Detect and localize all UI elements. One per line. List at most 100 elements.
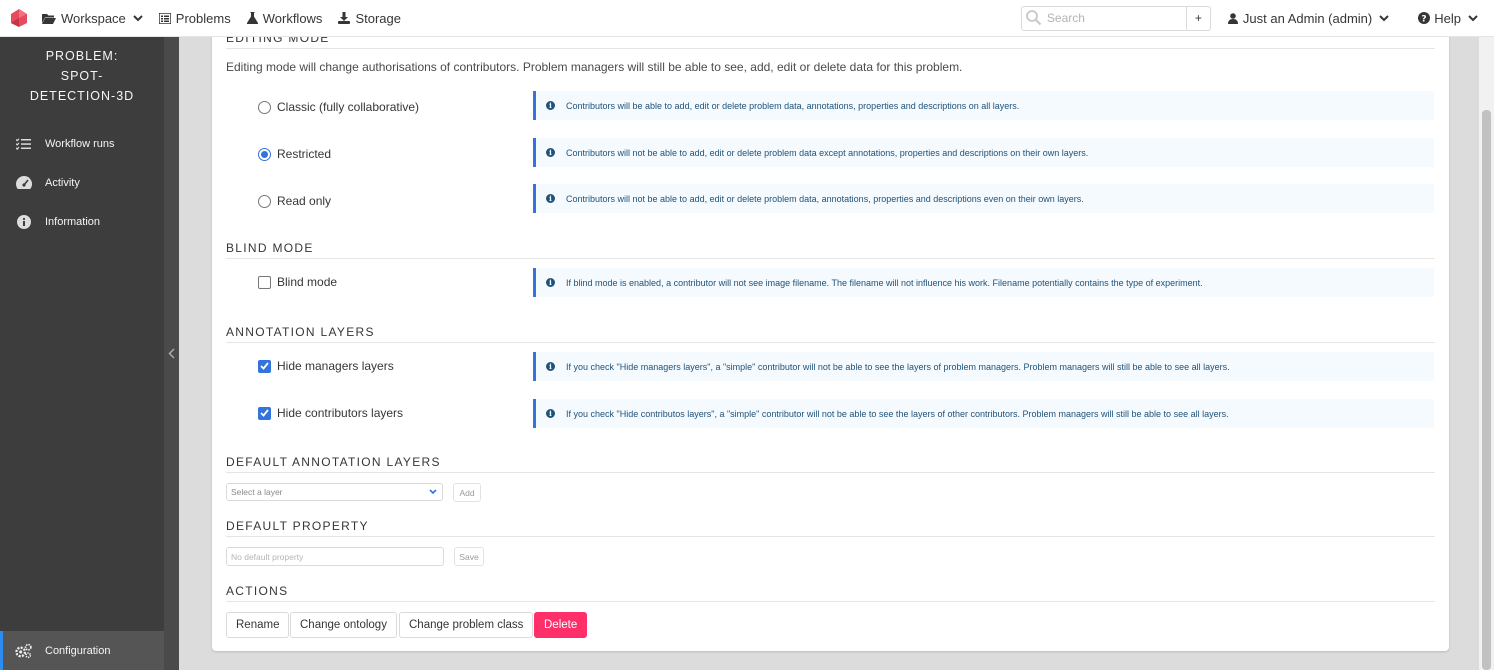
checkbox-label: Hide managers layers (277, 359, 394, 373)
radio-restricted[interactable]: Restricted (258, 147, 331, 161)
search-add-button[interactable]: + (1186, 5, 1211, 31)
info-hide-contributors-layers: i If you check "Hide contributos layers"… (533, 399, 1434, 428)
chevron-down-icon (429, 489, 437, 495)
info-text: If you check "Hide contributos layers", … (566, 408, 1229, 419)
checkbox[interactable] (258, 359, 271, 373)
nav-storage[interactable]: Storage (338, 11, 401, 26)
default-property-input[interactable] (226, 547, 444, 566)
rename-button[interactable]: Rename (226, 612, 290, 638)
flask-icon (246, 12, 258, 24)
info-blind-mode: i If blind mode is enabled, a contributo… (533, 268, 1434, 297)
info-hide-managers-layers: i If you check "Hide managers layers", a… (533, 352, 1434, 381)
checkbox-hide-contributors-layers[interactable]: Hide contributors layers (258, 406, 403, 420)
user-menu[interactable]: Just an Admin (admin) (1227, 10, 1394, 26)
sidebar-item-workflow-runs[interactable]: Workflow runs (0, 124, 164, 163)
nav-workspace-label: Workspace (61, 10, 126, 26)
sidebar-item-configuration[interactable]: Configuration (0, 631, 164, 670)
info-icon: i (546, 362, 555, 371)
cytomine-logo[interactable] (8, 7, 30, 29)
help-menu[interactable]: ? Help (1418, 11, 1482, 26)
sidebar-item-label: Information (45, 215, 101, 228)
change-ontology-button[interactable]: Change ontology (290, 612, 397, 638)
sidebar-item-information[interactable]: Information (0, 202, 164, 241)
delete-button[interactable]: Delete (534, 612, 588, 638)
checkbox-blind-mode[interactable]: Blind mode (258, 275, 337, 289)
checkbox-label: Hide contributors layers (277, 406, 404, 420)
info-text: Contributors will not be able to add, ed… (566, 193, 1084, 204)
radio-label: Classic (fully collaborative) (277, 100, 420, 114)
checkmark-icon (260, 409, 269, 417)
sidebar-item-label: Workflow runs (45, 137, 115, 150)
info-restricted: i Contributors will not be able to add, … (533, 138, 1434, 167)
list-icon (158, 12, 171, 24)
tasks-icon (16, 137, 31, 150)
configuration-panel: EDITING MODE Editing mode will change au… (212, 25, 1449, 651)
default-property-heading: DEFAULT PROPERTY (226, 519, 1435, 537)
radio-classic[interactable]: Classic (fully collaborative) (258, 100, 419, 114)
annotation-layers-heading: ANNOTATION LAYERS (226, 325, 1435, 343)
nav-storage-label: Storage (355, 10, 401, 26)
layer-select[interactable]: Select a layer (226, 483, 443, 501)
radio-button[interactable] (258, 147, 271, 161)
info-icon: i (546, 409, 555, 418)
blind-mode-heading: BLIND MODE (226, 241, 1435, 259)
search-group: + (1020, 5, 1211, 31)
radio-button[interactable] (258, 194, 271, 208)
nav-workspace[interactable]: Workspace (42, 11, 143, 26)
folder-open-icon (42, 13, 56, 24)
info-text: If blind mode is enabled, a contributor … (566, 277, 1203, 288)
search-icon (1026, 9, 1042, 25)
info-classic: i Contributors will be able to add, edit… (533, 91, 1434, 120)
add-layer-button[interactable]: Add (453, 483, 481, 502)
chevron-left-icon (168, 348, 175, 359)
scrollbar-thumb[interactable] (1482, 110, 1491, 670)
sidebar-item-label: Activity (45, 176, 80, 189)
checkmark-icon (260, 362, 269, 370)
nav-workflows[interactable]: Workflows (246, 10, 323, 26)
help-menu-label: Help (1434, 10, 1461, 26)
radio-button[interactable] (258, 100, 271, 114)
nav-problems[interactable]: Problems (158, 10, 231, 26)
user-menu-label: Just an Admin (admin) (1242, 10, 1373, 26)
svg-text:?: ? (1422, 14, 1427, 24)
checkbox[interactable] (258, 275, 271, 289)
top-navbar: Workspace Problems Workflows Storage + J… (0, 0, 1494, 37)
checkbox-label: Blind mode (277, 275, 338, 289)
info-icon: i (546, 278, 555, 287)
save-property-button[interactable]: Save (454, 547, 484, 566)
sidebar-item-activity[interactable]: Activity (0, 163, 164, 202)
question-circle-icon: ? (1418, 12, 1431, 24)
checkbox-hide-managers-layers[interactable]: Hide managers layers (258, 359, 394, 373)
search-input[interactable] (1020, 5, 1187, 31)
sidebar-item-label: Configuration (45, 644, 111, 657)
chevron-down-icon (133, 14, 143, 21)
download-icon (338, 12, 351, 24)
radio-label: Read only (277, 194, 332, 208)
info-text: If you check "Hide managers layers", a "… (566, 361, 1230, 372)
actions-heading: ACTIONS (226, 584, 1435, 602)
sidebar-title: PROBLEM: SPOT-DETECTION-3D (29, 49, 135, 103)
nav-problems-label: Problems (175, 10, 231, 26)
info-circle-icon (16, 214, 31, 229)
page-scrollbar[interactable] (1479, 37, 1494, 670)
nav-workflows-label: Workflows (262, 10, 323, 26)
default-annotation-layers-heading: DEFAULT ANNOTATION LAYERS (226, 455, 1435, 473)
info-read-only: i Contributors will not be able to add, … (533, 184, 1434, 213)
editing-mode-description: Editing mode will change authorisations … (226, 60, 963, 74)
change-problem-class-button[interactable]: Change problem class (399, 612, 534, 638)
info-text: Contributors will not be able to add, ed… (566, 147, 1089, 158)
info-icon: i (546, 194, 555, 203)
chevron-down-icon (1379, 14, 1389, 21)
cogs-icon (15, 643, 32, 658)
tachometer-icon (15, 176, 32, 189)
checkbox[interactable] (258, 406, 271, 420)
radio-read-only[interactable]: Read only (258, 194, 331, 208)
sidebar-collapse-toggle[interactable] (164, 37, 179, 670)
layer-select-value: Select a layer (231, 487, 283, 497)
problem-sidebar: PROBLEM: SPOT-DETECTION-3D Workflow runs… (0, 37, 164, 670)
chevron-down-icon (1468, 14, 1478, 21)
info-icon: i (546, 148, 555, 157)
info-icon: i (546, 101, 555, 110)
radio-label: Restricted (277, 147, 332, 161)
info-text: Contributors will be able to add, edit o… (566, 100, 1020, 111)
